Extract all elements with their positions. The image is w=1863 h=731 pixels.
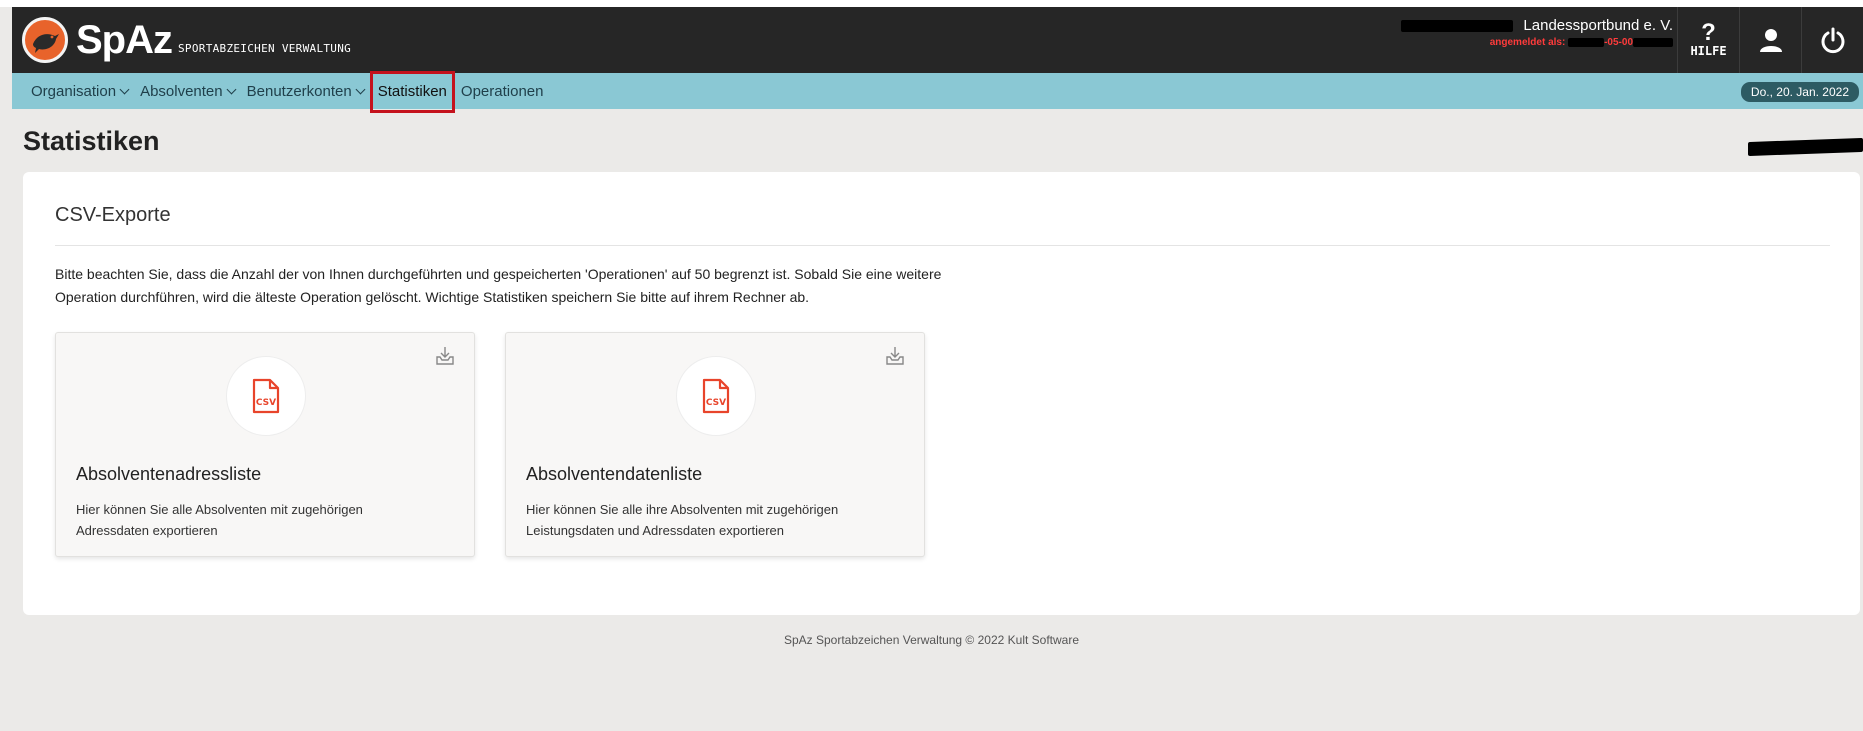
divider — [55, 245, 1830, 246]
download-icon[interactable] — [434, 345, 456, 367]
redacted-text — [1401, 20, 1514, 33]
nav-benutzerkonten[interactable]: Benutzerkonten — [241, 73, 370, 109]
redacted-text — [1633, 37, 1673, 47]
nav-absolventen[interactable]: Absolventen — [134, 73, 241, 109]
export-card-datenliste[interactable]: CSV Absolventendatenliste Hier können Si… — [505, 332, 925, 557]
nav-organisation[interactable]: Organisation — [12, 73, 134, 109]
card-description: Hier können Sie alle Absolventen mit zug… — [76, 499, 416, 541]
csv-export-panel: CSV-Exporte Bitte beachten Sie, dass die… — [23, 172, 1860, 615]
csv-file-icon-container: CSV — [226, 356, 306, 436]
notice-text: Bitte beachten Sie, dass die Anzahl der … — [55, 263, 1055, 309]
csv-label: CSV — [706, 398, 726, 408]
nav-label: Benutzerkonten — [246, 82, 352, 100]
csv-file-icon: CSV — [702, 378, 730, 414]
app-logo[interactable]: SpAz SPORTABZEICHEN VERWALTUNG — [22, 17, 351, 63]
chevron-down-icon — [119, 84, 130, 94]
chevron-down-icon — [355, 84, 366, 94]
card-desc-line: Hier können Sie alle Absolventen mit zug… — [76, 502, 363, 517]
date-badge: Do., 20. Jan. 2022 — [1740, 82, 1859, 102]
nav-operationen[interactable]: Operationen — [455, 73, 550, 109]
user-info: Landessportbund e. V. angemeldet als: -0… — [1401, 17, 1673, 48]
user-icon — [1759, 29, 1782, 52]
nav-label: Absolventen — [140, 82, 223, 100]
notice-line: Operation durchführen, wird die älteste … — [55, 289, 810, 305]
redacted-text — [1748, 137, 1863, 157]
csv-file-icon: CSV — [252, 378, 280, 414]
help-button[interactable]: ? HILFE — [1677, 7, 1739, 73]
redacted-text — [1568, 37, 1605, 47]
logo-text: SpAz — [76, 18, 173, 62]
section-heading: CSV-Exporte — [55, 204, 171, 226]
top-strip — [0, 0, 1863, 7]
card-desc-line: Hier können Sie alle ihre Absolventen mi… — [526, 502, 839, 517]
card-desc-line: Leistungsdaten und Adressdaten exportier… — [526, 523, 785, 538]
logout-button[interactable] — [1801, 7, 1863, 73]
download-icon[interactable] — [884, 345, 906, 367]
organization-name: Landessportbund e. V. — [1523, 17, 1673, 34]
csv-label: CSV — [256, 398, 276, 408]
app-header: SpAz SPORTABZEICHEN VERWALTUNG Landesspo… — [12, 7, 1863, 73]
main-nav: Organisation Absolventen Benutzerkonten … — [12, 70, 1863, 113]
export-card-adressliste[interactable]: CSV Absolventenadressliste Hier können S… — [55, 332, 475, 557]
notice-line: Bitte beachten Sie, dass die Anzahl der … — [55, 266, 942, 282]
card-description: Hier können Sie alle ihre Absolventen mi… — [526, 499, 866, 541]
profile-button[interactable] — [1739, 7, 1801, 73]
nav-label: Statistiken — [377, 83, 447, 100]
power-icon — [1821, 27, 1844, 54]
nav-statistiken[interactable]: Statistiken — [369, 70, 455, 113]
nav-label: Operationen — [460, 82, 544, 100]
csv-file-icon-container: CSV — [676, 356, 756, 436]
nav-label: Organisation — [31, 82, 117, 100]
bird-logo-icon — [22, 17, 68, 63]
chevron-down-icon — [226, 84, 237, 94]
login-label: angemeldet als: — [1489, 37, 1566, 48]
card-title: Absolventendatenliste — [526, 464, 703, 484]
page-title: Statistiken — [23, 126, 160, 156]
help-label: HILFE — [1690, 44, 1727, 58]
card-title: Absolventenadressliste — [76, 464, 262, 484]
logo-subtitle: SPORTABZEICHEN VERWALTUNG — [178, 41, 352, 55]
footer-text: SpAz Sportabzeichen Verwaltung © 2022 Ku… — [783, 633, 1080, 647]
question-mark-icon: ? — [1701, 19, 1716, 46]
login-user-suffix: -05-00 — [1604, 37, 1633, 48]
card-desc-line: Adressdaten exportieren — [76, 523, 218, 538]
